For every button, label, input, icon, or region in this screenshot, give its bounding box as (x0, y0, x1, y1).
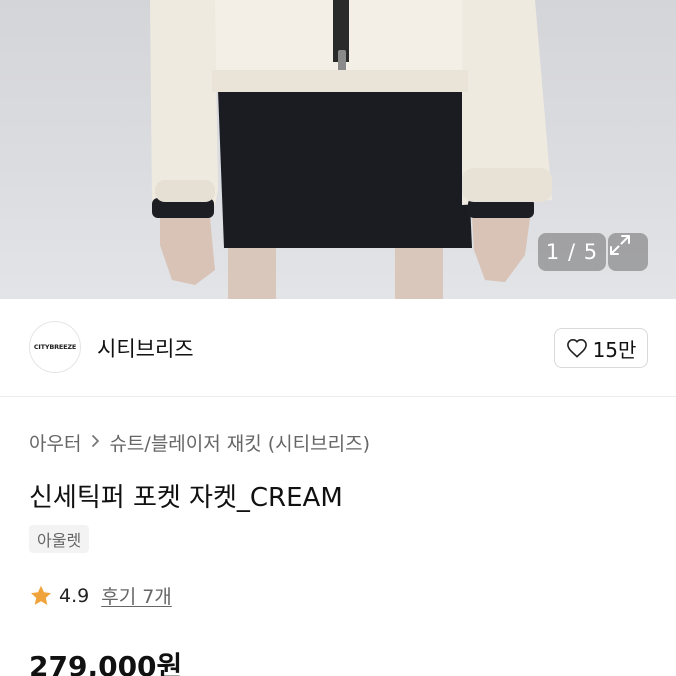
breadcrumb-subcategory[interactable]: 슈트/블레이저 재킷 (시티브리즈) (109, 429, 370, 456)
review-link[interactable]: 후기 7개 (101, 582, 172, 609)
product-title: 신세틱퍼 포켓 자켓_CREAM (29, 483, 343, 513)
image-counter: 1 / 5 (538, 233, 606, 271)
like-count: 15만 (592, 337, 637, 362)
heart-outline-icon (566, 338, 587, 358)
expand-arrows-icon (610, 235, 630, 255)
rating-value: 4.9 (59, 584, 90, 607)
chevron-right-icon (91, 432, 101, 453)
seller-logo-text: CITYBREEZE (33, 343, 77, 351)
breadcrumb: 아우터 슈트/블레이저 재킷 (시티브리즈) (29, 429, 370, 456)
seller-logo[interactable]: CITYBREEZE (29, 321, 81, 373)
seller-row: CITYBREEZE 시티브리즈 15만 (0, 299, 676, 397)
rating-row: 4.9 후기 7개 (29, 582, 172, 609)
seller-name[interactable]: 시티브리즈 (97, 333, 194, 363)
star-icon (31, 585, 51, 605)
product-price: 279,000원 (29, 650, 183, 676)
breadcrumb-category[interactable]: 아우터 (29, 429, 81, 456)
outlet-tag: 아울렛 (29, 525, 90, 553)
like-button[interactable]: 15만 (554, 328, 648, 368)
expand-button[interactable] (608, 233, 648, 271)
product-image-carousel[interactable]: 1 / 5 (0, 0, 676, 299)
